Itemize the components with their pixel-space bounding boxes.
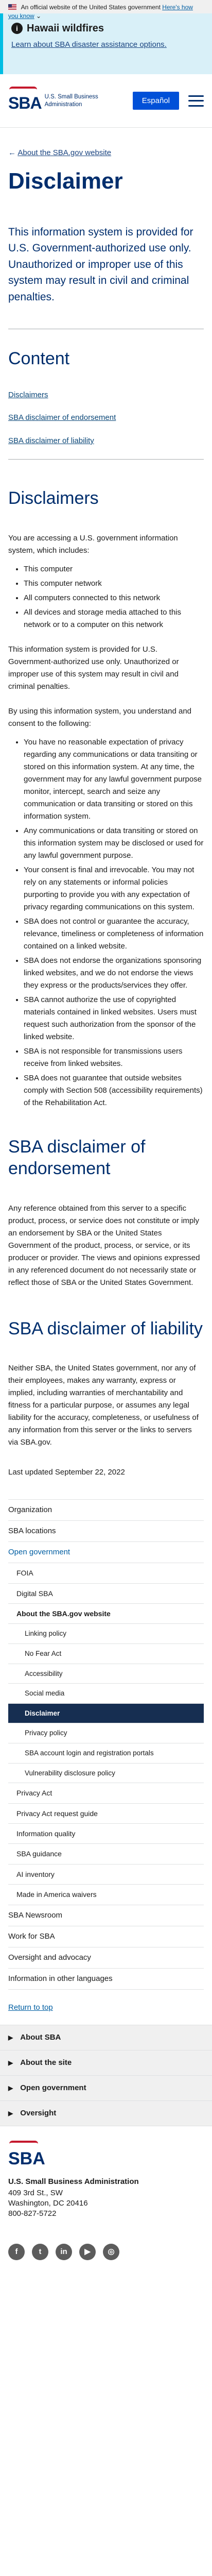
chevron-right-icon: ▶ [8,2110,13,2117]
wildfire-alert: i Hawaii wildfires Learn about SBA disas… [0,13,212,74]
toc-link-disclaimers[interactable]: Disclaimers [8,391,48,399]
footer-phone: 800-827-5722 [8,2209,57,2218]
gov-banner-text: An official website of the United States… [21,4,161,11]
nav-privacy-policy[interactable]: Privacy policy [8,1723,204,1744]
liability-heading: SBA disclaimer of liability [8,1318,203,1338]
list-item: You have no reasonable expectation of pr… [24,736,204,823]
nav-linking-policy[interactable]: Linking policy [8,1624,204,1645]
return-to-top-link[interactable]: Return to top [8,2002,204,2014]
site-header: SBA U.S. Small Business Administration E… [0,74,212,128]
list-item: SBA does not guarantee that outside webs… [24,1072,204,1109]
endorsement-heading: SBA disclaimer of endorsement [8,1137,146,1179]
last-updated: Last updated September 22, 2022 [8,1468,125,1477]
accordion-about-site[interactable]: ▶ About the site [0,2050,212,2076]
disclaimers-intro: You are accessing a U.S. government info… [8,533,178,555]
footer-address2: Washington, DC 20416 [8,2198,88,2208]
disclaimers-heading: Disclaimers [8,488,99,509]
footer-address1: 409 3rd St., SW [8,2188,63,2197]
menu-icon[interactable] [188,95,204,107]
list-item: All computers connected to this network [24,592,204,604]
accordion-open-government[interactable]: ▶ Open government [0,2076,212,2102]
chevron-right-icon: ▶ [8,2084,13,2092]
facebook-icon[interactable]: f [8,2244,25,2261]
nav-sba-locations[interactable]: SBA locations [8,1521,204,1543]
disaster-assistance-link[interactable]: Learn about SBA disaster assistance opti… [11,39,204,51]
twitter-icon[interactable]: t [32,2244,48,2261]
footer-org-name: U.S. Small Business Administration [8,2177,139,2187]
us-flag-icon [8,4,16,10]
nav-foia[interactable]: FOIA [8,1563,204,1584]
nav-open-government[interactable]: Open government [8,1542,204,1564]
footer-accordion: ▶ About SBA ▶ About the site ▶ Open gove… [0,2025,212,2127]
list-item: This computer network [24,578,204,590]
linkedin-icon[interactable]: in [56,2244,72,2261]
info-icon: i [11,23,23,34]
nav-sba-guidance[interactable]: SBA guidance [8,1844,204,1865]
nav-made-in-america[interactable]: Made in America waivers [8,1885,204,1905]
system-list: This computer This computer network All … [24,563,204,631]
nav-information-quality[interactable]: Information quality [8,1824,204,1844]
nav-accessibility[interactable]: Accessibility [8,1664,204,1684]
nav-privacy-act-request[interactable]: Privacy Act request guide [8,1804,204,1824]
nav-vdp[interactable]: Vulnerability disclosure policy [8,1764,204,1784]
youtube-icon[interactable]: ▶ [79,2244,96,2261]
nav-work-for-sba[interactable]: Work for SBA [8,1926,204,1947]
nav-ai-inventory[interactable]: AI inventory [8,1865,204,1885]
nav-disclaimer[interactable]: Disclaimer [8,1703,204,1724]
nav-about-site[interactable]: About the SBA.gov website [8,1604,204,1624]
disclaimers-para3: By using this information system, you un… [8,706,192,728]
accordion-oversight[interactable]: ▶ Oversight [0,2101,212,2127]
chevron-right-icon: ▶ [8,2034,13,2042]
consent-list: You have no reasonable expectation of pr… [24,736,204,1109]
page-title: Disclaimer [8,168,123,194]
nav-digital-sba[interactable]: Digital SBA [8,1584,204,1604]
divider [8,459,204,460]
instagram-icon[interactable]: ◎ [103,2244,119,2261]
side-navigation: Organization SBA locations Open governme… [8,1499,204,1990]
nav-organization[interactable]: Organization [8,1500,204,1521]
list-item: SBA cannot authorize the use of copyrigh… [24,994,204,1043]
footer-sba-logo[interactable]: SBA [8,2141,45,2172]
nav-privacy-act[interactable]: Privacy Act [8,1783,204,1804]
list-item: This computer [24,563,204,575]
list-item: SBA does not control or guarantee the ac… [24,916,204,953]
list-item: SBA does not endorse the organizations s… [24,955,204,992]
sba-logo-mark: SBA [8,86,42,115]
nav-account-login[interactable]: SBA account login and registration porta… [8,1743,204,1764]
social-links: f t in ▶ ◎ [8,2244,204,2261]
table-of-contents: Disclaimers SBA disclaimer of endorsemen… [8,389,204,447]
sba-logo-text: U.S. Small Business Administration [44,94,98,108]
alert-title: Hawaii wildfires [27,23,104,34]
accordion-about-sba[interactable]: ▶ About SBA [0,2025,212,2051]
list-item: Your consent is final and irrevocable. Y… [24,864,204,913]
toc-link-liability[interactable]: SBA disclaimer of liability [8,436,94,445]
toc-link-endorsement[interactable]: SBA disclaimer of endorsement [8,413,116,422]
arrow-left-icon: ← [8,148,16,157]
breadcrumb: ← About the SBA.gov website [0,128,212,166]
liability-text: Neither SBA, the United States governmen… [8,1364,199,1447]
nav-sba-newsroom[interactable]: SBA Newsroom [8,1905,204,1926]
back-to-about-link[interactable]: About the SBA.gov website [17,148,111,157]
list-item: Any communications or data transiting or… [24,825,204,862]
nav-other-languages[interactable]: Information in other languages [8,1969,204,1990]
site-footer: SBA U.S. Small Business Administration 4… [0,2126,212,2278]
disclaimers-para2: This information system is provided for … [8,645,179,691]
chevron-down-icon: ⌄ [36,12,42,20]
nav-social-media[interactable]: Social media [8,1684,204,1704]
chevron-right-icon: ▶ [8,2059,13,2067]
nav-oversight[interactable]: Oversight and advocacy [8,1947,204,1969]
content-heading: Content [8,349,70,369]
nav-no-fear-act[interactable]: No Fear Act [8,1644,204,1664]
sba-logo[interactable]: SBA U.S. Small Business Administration [8,86,98,115]
list-item: All devices and storage media attached t… [24,606,204,631]
espanol-button[interactable]: Español [132,92,179,110]
list-item: SBA is not responsible for transmissions… [24,1045,204,1070]
lead-paragraph: This information system is provided for … [8,226,193,303]
gov-banner: An official website of the United States… [0,0,212,20]
endorsement-text: Any reference obtained from this server … [8,1204,200,1287]
